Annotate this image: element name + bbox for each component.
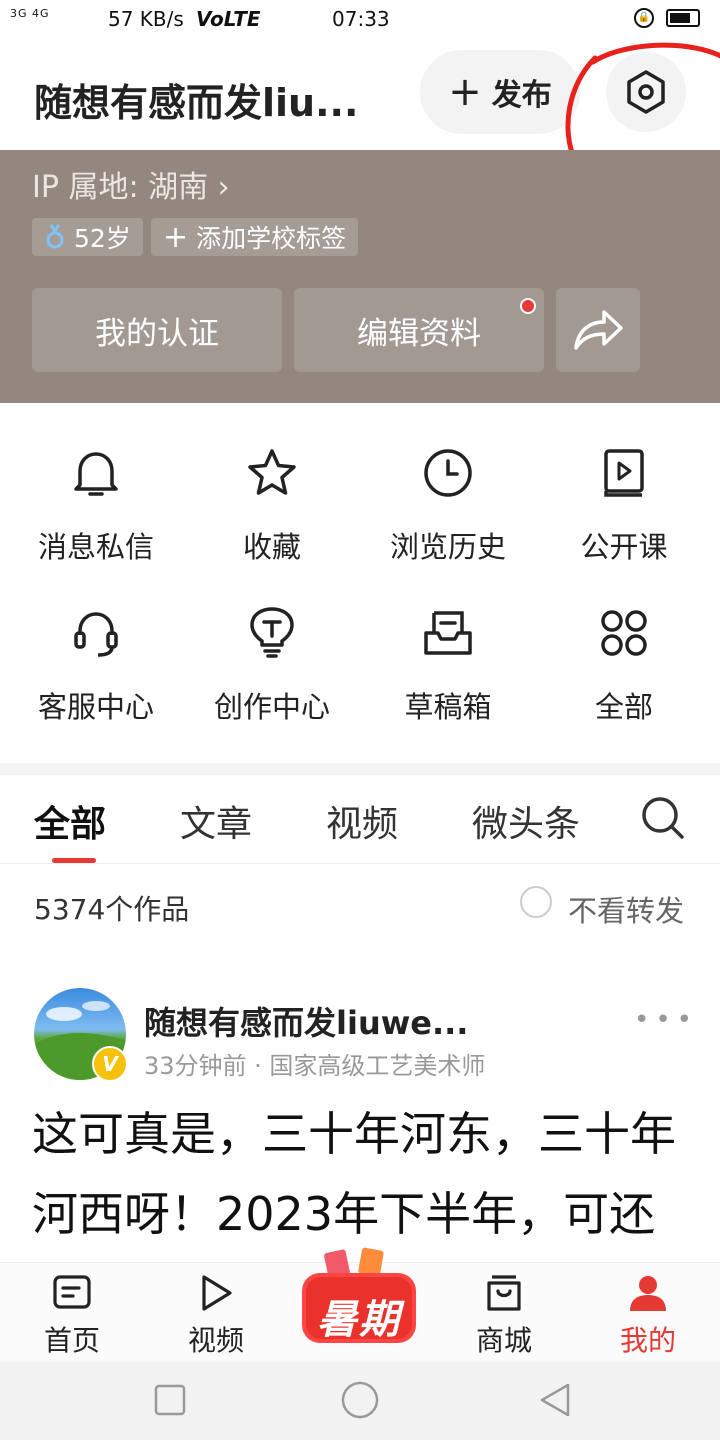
settings-button[interactable] [606, 52, 686, 132]
nav-home[interactable]: 首页 [0, 1263, 144, 1363]
plus-icon: + [448, 69, 482, 115]
menu-item-favorites[interactable]: 收藏 [182, 403, 362, 564]
battery-icon [666, 9, 700, 27]
search-icon[interactable] [640, 795, 686, 841]
nav-mine[interactable]: 我的 [576, 1263, 720, 1363]
chevron-right-icon: › [217, 170, 230, 205]
bell-icon [74, 452, 118, 496]
no-repost-radio[interactable] [520, 886, 552, 918]
no-repost-label[interactable]: 不看转发 [568, 888, 684, 930]
nav-video[interactable]: 视频 [144, 1263, 288, 1363]
nav-label: 视频 [187, 1324, 244, 1357]
volte-indicator: VoLTE [196, 7, 261, 31]
feature-menu: 消息私信 收藏 浏览历史 公开课 客服中心 创作中心 草稿箱 全部 [0, 403, 720, 763]
star-icon [248, 449, 296, 495]
network-indicator: 3G 4G [10, 7, 50, 20]
post-author[interactable]: 随想有感而发liuwe... [144, 998, 474, 1044]
video-book-icon [604, 449, 644, 497]
add-school-tag-button[interactable]: + 添加学校标签 [151, 218, 359, 256]
post-text[interactable]: 这可真是，三十年河东，三十年河西呀！2023年下半年，可还行？ [32, 1094, 692, 1260]
inbox-icon [424, 611, 472, 655]
verified-badge: V [92, 1046, 128, 1082]
menu-item-open-class[interactable]: 公开课 [534, 403, 714, 564]
recent-apps-icon[interactable] [154, 1384, 186, 1416]
settings-hexagon-icon [627, 70, 665, 114]
tab-videos[interactable]: 视频 [326, 795, 398, 847]
menu-label: 收藏 [242, 530, 301, 564]
tab-articles[interactable]: 文章 [180, 795, 252, 847]
profile-header: 随想有感而发liu... + 发布 [0, 40, 720, 150]
menu-item-creator-center[interactable]: 创作中心 [182, 563, 362, 724]
play-icon [202, 1275, 232, 1311]
menu-item-drafts[interactable]: 草稿箱 [358, 563, 538, 724]
nav-label: 我的 [619, 1324, 676, 1357]
menu-item-customer-service[interactable]: 客服中心 [6, 563, 186, 724]
promo-text: 暑期 [317, 1297, 401, 1343]
summer-promo-button[interactable]: 暑期 [296, 1243, 422, 1353]
network-speed: 57 KB/s [108, 7, 184, 31]
headset-icon [74, 612, 118, 657]
profile-band: IP 属地: 湖南 › 52岁 + 添加学校标签 我的认证 编辑资料 [0, 150, 720, 403]
share-arrow-icon [574, 310, 623, 350]
ip-location[interactable]: IP 属地: 湖南 › [32, 162, 230, 206]
notification-dot [520, 298, 536, 314]
clock-icon [424, 449, 472, 497]
bottom-nav: 首页 视频 暑期 商城 我的 [0, 1247, 720, 1363]
menu-label: 公开课 [580, 530, 668, 564]
edit-profile-label: 编辑资料 [357, 315, 481, 352]
my-verification-button[interactable]: 我的认证 [32, 288, 282, 372]
menu-label: 草稿箱 [404, 690, 492, 724]
age-tag: 52岁 [32, 218, 143, 256]
gender-icon [46, 224, 64, 249]
menu-item-messages[interactable]: 消息私信 [6, 403, 186, 564]
menu-label: 创作中心 [213, 690, 330, 724]
home-doc-icon [53, 1275, 91, 1309]
tab-all[interactable]: 全部 [34, 795, 106, 847]
clock: 07:33 [332, 7, 390, 31]
status-bar: 3G 4G 57 KB/s VoLTE 07:33 🔒 [0, 0, 720, 40]
share-button[interactable] [556, 288, 640, 372]
lightbulb-icon [250, 607, 294, 658]
shopping-bag-icon [487, 1275, 521, 1311]
ip-location-text: IP 属地: 湖南 [32, 170, 209, 205]
nav-label: 首页 [43, 1324, 100, 1357]
menu-label: 客服中心 [37, 690, 154, 724]
nav-label: 商城 [475, 1324, 532, 1357]
section-divider [0, 763, 720, 775]
edit-profile-button[interactable]: 编辑资料 [294, 288, 544, 372]
menu-item-history[interactable]: 浏览历史 [358, 403, 538, 564]
system-nav-bar [0, 1362, 720, 1440]
menu-label: 全部 [594, 690, 653, 724]
home-circle-icon[interactable] [340, 1380, 380, 1420]
nav-mall[interactable]: 商城 [432, 1263, 576, 1363]
user-icon [630, 1276, 666, 1311]
profile-name[interactable]: 随想有感而发liu... [34, 72, 394, 127]
add-school-tag-label: 添加学校标签 [196, 224, 347, 253]
plus-icon: + [163, 219, 189, 255]
more-options-icon[interactable]: ••• [634, 1005, 698, 1035]
post-meta: 33分钟前 · 国家高级工艺美术师 [144, 1052, 486, 1080]
menu-label: 浏览历史 [389, 530, 506, 564]
content-tabs: 全部 文章 视频 微头条 [0, 775, 720, 864]
publish-button[interactable]: + 发布 [420, 50, 580, 134]
back-triangle-icon[interactable] [538, 1382, 572, 1418]
tab-micro-posts[interactable]: 微头条 [472, 795, 580, 847]
works-row: 5374个作品 不看转发 [0, 864, 720, 944]
grid-icon [601, 610, 647, 656]
menu-item-all[interactable]: 全部 [534, 563, 714, 724]
menu-label: 消息私信 [37, 530, 154, 564]
age-text: 52岁 [74, 224, 131, 253]
rotation-lock-icon: 🔒 [634, 8, 654, 28]
publish-label: 发布 [491, 78, 552, 113]
works-count: 5374个作品 [34, 893, 190, 926]
active-tab-indicator [52, 858, 96, 863]
